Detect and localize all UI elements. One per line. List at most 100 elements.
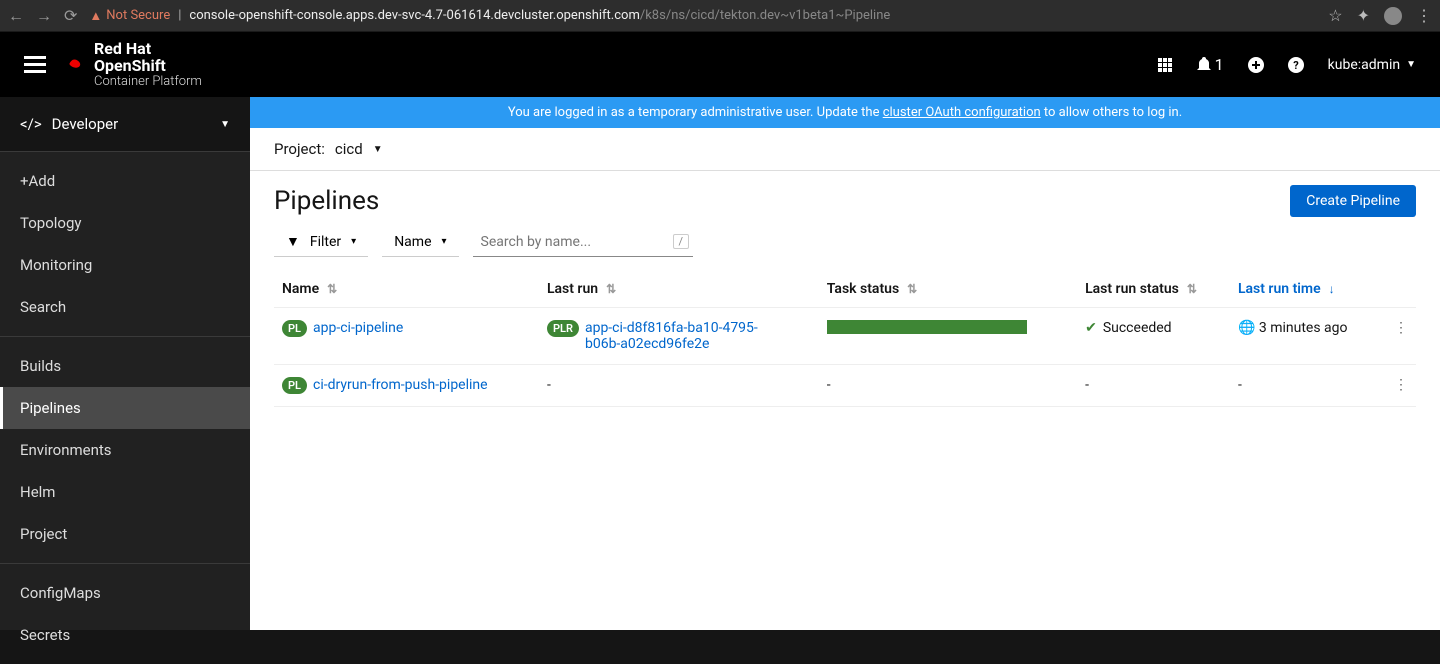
main: You are logged in as a temporary adminis… — [250, 97, 1440, 630]
sort-handle-icon: ⇅ — [327, 282, 337, 296]
sidebar-item-environments[interactable]: Environments — [0, 429, 250, 471]
info-alert: You are logged in as a temporary adminis… — [250, 97, 1440, 128]
col-last-run-status[interactable]: Last run status⇅ — [1077, 271, 1230, 308]
brand-line1: Red Hat — [94, 40, 202, 58]
col-name[interactable]: Name⇅ — [274, 271, 539, 308]
nav-group-2: BuildsPipelinesEnvironmentsHelmProject — [0, 336, 250, 563]
extensions-icon[interactable]: ✦ — [1357, 6, 1370, 25]
reload-icon[interactable]: ⟳ — [64, 6, 77, 26]
sidebar-item-builds[interactable]: Builds — [0, 345, 250, 387]
url-text: console-openshift-console.apps.dev-svc-4… — [189, 8, 890, 23]
browser-profile-icon[interactable] — [1384, 7, 1402, 25]
not-secure-indicator: ▲ Not Secure — [89, 8, 170, 24]
browser-nav: ← → ⟳ — [8, 6, 77, 26]
pipeline-link[interactable]: ci-dryrun-from-push-pipeline — [313, 377, 488, 393]
col-last-run-time[interactable]: Last run time↓ — [1230, 271, 1380, 308]
back-icon[interactable]: ← — [8, 6, 24, 26]
toolbar: ▼ Filter ▾ Name ▾ / — [250, 227, 1440, 271]
col-actions — [1380, 271, 1416, 308]
sidebar-item-pipelines[interactable]: Pipelines — [0, 387, 250, 429]
masthead-right: 1 ? kube:admin ▼ — [1157, 55, 1416, 74]
pl-badge: PL — [282, 377, 307, 394]
check-circle-icon: ✔ — [1085, 320, 1097, 336]
user-name: kube:admin — [1328, 57, 1400, 73]
sort-handle-icon: ⇅ — [606, 282, 616, 296]
alert-prefix: You are logged in as a temporary adminis… — [508, 105, 883, 120]
sort-down-icon: ↓ — [1329, 282, 1335, 296]
user-menu[interactable]: kube:admin ▼ — [1328, 57, 1416, 73]
sidebar: </> Developer ▼ +AddTopologyMonitoringSe… — [0, 97, 250, 630]
sidebar-item-monitoring[interactable]: Monitoring — [0, 244, 250, 286]
pl-badge: PL — [282, 320, 307, 337]
page-title: Pipelines — [274, 186, 379, 216]
caret-down-icon: ▼ — [373, 144, 383, 155]
row-actions-kebab[interactable]: ⋮ — [1380, 365, 1416, 407]
search-input[interactable] — [473, 228, 673, 256]
sort-handle-icon: ⇅ — [907, 282, 917, 296]
not-secure-label: Not Secure — [106, 8, 170, 23]
task-status-bar — [827, 320, 1027, 334]
redhat-icon — [66, 54, 86, 74]
url-path: /k8s/ns/cicd/tekton.dev~v1beta1~Pipeline — [640, 8, 890, 23]
browser-chrome: ← → ⟳ ▲ Not Secure | console-openshift-c… — [0, 0, 1440, 32]
project-bar: Project: cicd ▼ — [250, 128, 1440, 171]
masthead: Red Hat OpenShift Container Platform 1 ?… — [0, 32, 1440, 97]
notifications-icon[interactable]: 1 — [1197, 55, 1224, 74]
sidebar-item-topology[interactable]: Topology — [0, 202, 250, 244]
browser-menu-icon[interactable]: ⋮ — [1416, 6, 1432, 25]
filter-button[interactable]: ▼ Filter ▾ — [274, 227, 368, 257]
col-last-run[interactable]: Last run⇅ — [539, 271, 819, 308]
table-row: PLapp-ci-pipelinePLRapp-ci-d8f816fa-ba10… — [274, 308, 1416, 365]
brand: Red Hat OpenShift Container Platform — [66, 40, 202, 89]
sidebar-item--add[interactable]: +Add — [0, 160, 250, 202]
caret-down-icon: ▾ — [351, 236, 356, 247]
search-wrap: / — [473, 228, 694, 257]
app-launcher-icon[interactable] — [1157, 57, 1173, 73]
create-pipeline-button[interactable]: Create Pipeline — [1290, 185, 1416, 217]
alert-suffix: to allow others to log in. — [1041, 105, 1182, 120]
last-run-empty: - — [539, 365, 819, 407]
url-host: console-openshift-console.apps.dev-svc-4… — [189, 8, 639, 23]
bookmark-icon[interactable]: ☆ — [1328, 6, 1342, 25]
caret-down-icon: ▼ — [1406, 59, 1416, 70]
project-selector[interactable]: Project: cicd ▼ — [274, 140, 1416, 158]
sidebar-item-secrets[interactable]: Secrets — [0, 614, 250, 656]
row-actions-kebab[interactable]: ⋮ — [1380, 308, 1416, 365]
sidebar-item-search[interactable]: Search — [0, 286, 250, 328]
pipelinerun-link[interactable]: app-ci-d8f816fa-ba10-4795-b06b-a02ecd96f… — [585, 320, 765, 352]
sidebar-item-configmaps[interactable]: ConfigMaps — [0, 572, 250, 614]
brand-openshift: OpenShift — [94, 57, 202, 75]
brand-text: Red Hat OpenShift Container Platform — [94, 40, 202, 89]
search-shortcut: / — [673, 234, 690, 249]
sidebar-item-helm[interactable]: Helm — [0, 471, 250, 513]
masthead-left: Red Hat OpenShift Container Platform — [24, 40, 202, 89]
url-bar[interactable]: ▲ Not Secure | console-openshift-console… — [89, 8, 1316, 24]
browser-right: ☆ ✦ ⋮ — [1328, 6, 1432, 25]
caret-down-icon: ▾ — [442, 236, 447, 247]
help-icon[interactable]: ? — [1288, 57, 1304, 73]
forward-icon[interactable]: → — [36, 6, 52, 26]
status-succeeded: ✔Succeeded — [1085, 320, 1222, 336]
name-filter-button[interactable]: Name ▾ — [382, 228, 458, 257]
hamburger-icon[interactable] — [24, 56, 46, 73]
pipelines-table: Name⇅ Last run⇅ Task status⇅ Last run st… — [274, 271, 1416, 407]
shell: </> Developer ▼ +AddTopologyMonitoringSe… — [0, 97, 1440, 630]
funnel-icon: ▼ — [286, 233, 300, 250]
project-label: Project: — [274, 140, 325, 158]
nav-group-3: ConfigMapsSecrets — [0, 563, 250, 664]
table-row: PLci-dryrun-from-push-pipeline----⋮ — [274, 365, 1416, 407]
warning-icon: ▲ — [89, 8, 102, 24]
nav-group-1: +AddTopologyMonitoringSearch — [0, 151, 250, 336]
perspective-switcher[interactable]: </> Developer ▼ — [0, 97, 250, 151]
add-icon[interactable] — [1248, 57, 1264, 73]
col-task-status[interactable]: Task status⇅ — [819, 271, 1077, 308]
svg-text:?: ? — [1293, 59, 1299, 72]
brand-line2: Container Platform — [94, 75, 202, 89]
alert-link[interactable]: cluster OAuth configuration — [883, 105, 1041, 120]
brand-redhat: Red Hat — [94, 39, 151, 58]
perspective-label: Developer — [52, 115, 119, 133]
last-run-time: 🌐 3 minutes ago — [1238, 320, 1348, 336]
sort-handle-icon: ⇅ — [1187, 282, 1197, 296]
pipeline-link[interactable]: app-ci-pipeline — [313, 320, 403, 336]
sidebar-item-project[interactable]: Project — [0, 513, 250, 555]
